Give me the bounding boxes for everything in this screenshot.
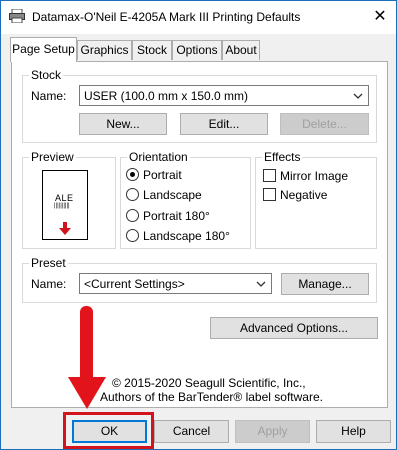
copyright-line-1: © 2015-2020 Seagull Scientific, Inc., — [112, 376, 306, 390]
advanced-options-button[interactable]: Advanced Options... — [210, 317, 378, 339]
tab-options[interactable]: Options — [172, 40, 222, 60]
stock-name-dropdown[interactable]: USER (100.0 mm x 150.0 mm) — [79, 85, 369, 106]
arrow-head-icon — [68, 377, 106, 409]
landscape-radio[interactable] — [126, 188, 139, 201]
mirror-image-label[interactable]: Mirror Image — [280, 169, 348, 183]
ok-button-highlight — [63, 412, 154, 449]
stock-legend: Stock — [29, 68, 64, 82]
printer-icon — [9, 8, 25, 24]
preset-name-label: Name: — [31, 277, 67, 291]
tab-about[interactable]: About — [222, 40, 260, 60]
effects-group: Effects Mirror Image Negative — [255, 150, 377, 249]
chevron-down-icon — [353, 90, 363, 100]
portrait-180-label[interactable]: Portrait 180° — [143, 209, 210, 223]
mirror-image-checkbox[interactable] — [263, 169, 276, 182]
preview-barcode: |||||||||| — [54, 203, 70, 209]
preset-group: Preset Name: <Current Settings> Manage..… — [22, 256, 377, 303]
page-setup-panel: Stock Name: USER (100.0 mm x 150.0 mm) N… — [11, 61, 388, 408]
label-preview: ALE |||||||||| — [42, 170, 88, 240]
tab-graphics[interactable]: Graphics — [77, 40, 132, 60]
close-icon[interactable]: ✕ — [367, 5, 393, 29]
orientation-group: Orientation Portrait Landscape Portrait … — [120, 150, 251, 249]
landscape-180-radio[interactable] — [126, 229, 139, 242]
negative-checkbox[interactable] — [263, 188, 276, 201]
tab-stock[interactable]: Stock — [132, 40, 172, 60]
copyright-line-2: Authors of the BarTender® label software… — [100, 390, 323, 404]
cancel-button[interactable]: Cancel — [154, 420, 229, 443]
manage-preset-button[interactable]: Manage... — [281, 273, 369, 295]
preset-legend: Preset — [29, 256, 68, 270]
stock-group: Stock Name: USER (100.0 mm x 150.0 mm) N… — [22, 68, 377, 143]
landscape-180-label[interactable]: Landscape 180° — [143, 229, 230, 243]
preview-legend: Preview — [29, 150, 76, 164]
edit-stock-button[interactable]: Edit... — [180, 113, 268, 135]
arrow-shaft — [80, 306, 93, 386]
new-stock-button[interactable]: New... — [79, 113, 167, 135]
tab-strip: Page Setup Graphics Stock Options About — [1, 34, 396, 62]
preview-group: Preview ALE |||||||||| — [22, 150, 116, 249]
title-bar: Datamax-O'Neil E-4205A Mark III Printing… — [1, 1, 396, 34]
preset-name-dropdown[interactable]: <Current Settings> — [79, 273, 272, 294]
window-title: Datamax-O'Neil E-4205A Mark III Printing… — [32, 10, 301, 24]
preview-label-text: ALE — [55, 193, 74, 203]
effects-legend: Effects — [262, 150, 303, 164]
feed-direction-arrow-icon — [59, 222, 71, 235]
portrait-180-radio[interactable] — [126, 209, 139, 222]
stock-name-value: USER (100.0 mm x 150.0 mm) — [84, 89, 249, 103]
negative-label[interactable]: Negative — [280, 188, 327, 202]
apply-button[interactable]: Apply — [235, 420, 310, 443]
printing-defaults-dialog: Datamax-O'Neil E-4205A Mark III Printing… — [0, 0, 397, 450]
help-button[interactable]: Help — [316, 420, 391, 443]
chevron-down-icon — [256, 278, 266, 288]
landscape-label[interactable]: Landscape — [143, 188, 202, 202]
delete-stock-button[interactable]: Delete... — [280, 113, 369, 135]
stock-name-label: Name: — [31, 89, 67, 103]
tab-page-setup[interactable]: Page Setup — [10, 37, 77, 62]
portrait-radio[interactable] — [126, 168, 139, 181]
preset-name-value: <Current Settings> — [84, 277, 185, 291]
portrait-label[interactable]: Portrait — [143, 168, 182, 182]
orientation-legend: Orientation — [127, 150, 190, 164]
